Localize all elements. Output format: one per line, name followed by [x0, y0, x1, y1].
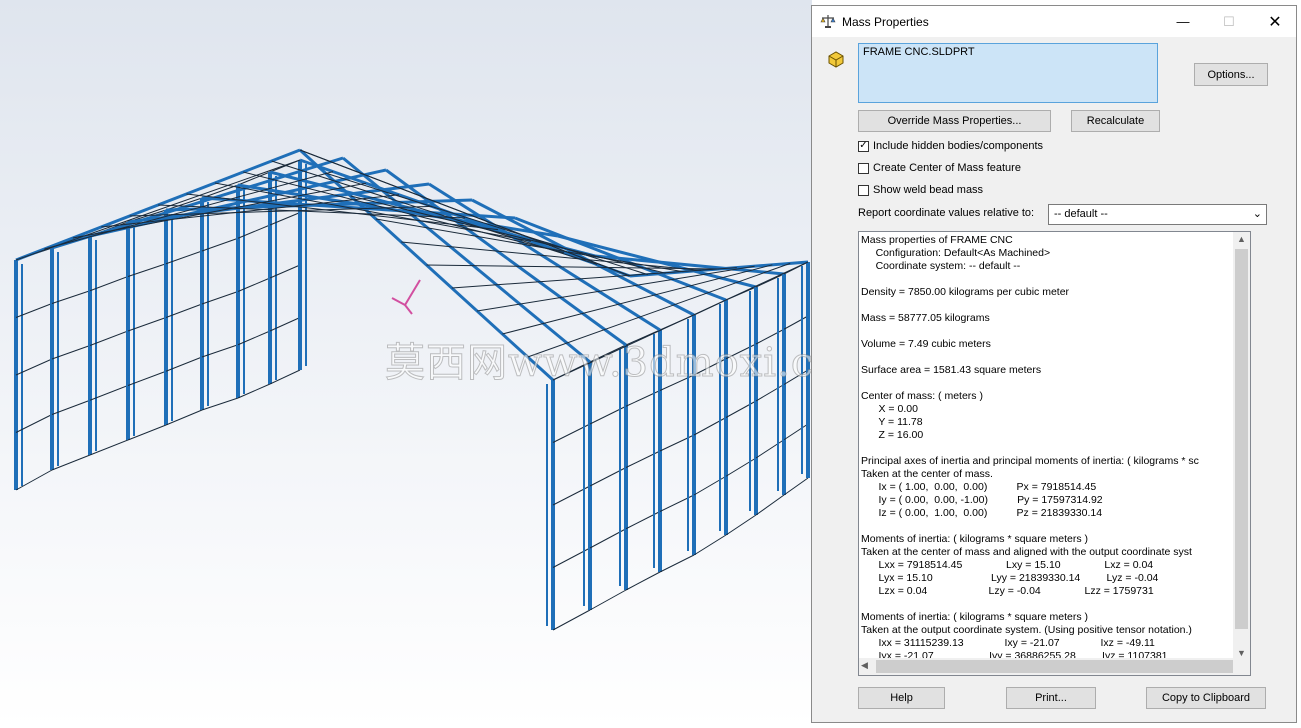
- override-mass-properties-button[interactable]: Override Mass Properties...: [858, 110, 1051, 132]
- help-button[interactable]: Help: [858, 687, 945, 709]
- result-line: Configuration: Default<As Machined>: [861, 247, 1051, 259]
- vertical-scrollbar[interactable]: ▲ ▼: [1233, 232, 1250, 660]
- scale-icon: [820, 15, 836, 28]
- checkbox-label: Show weld bead mass: [873, 184, 984, 196]
- result-line: Lxx = 7918514.45 Lxy = 15.10 Lxz = 0.04: [861, 559, 1154, 571]
- chevron-down-icon: ⌄: [1252, 208, 1262, 220]
- result-line: Y = 11.78: [861, 416, 923, 428]
- result-line: [861, 299, 1233, 312]
- print-button[interactable]: Print...: [1006, 687, 1096, 709]
- select-value: -- default --: [1054, 208, 1108, 220]
- result-line: Mass properties of FRAME CNC: [861, 234, 1013, 246]
- results-textarea[interactable]: Mass properties of FRAME CNC Configurati…: [858, 231, 1251, 676]
- result-line: Lyx = 15.10 Lyy = 21839330.14 Lyz = -0.0…: [861, 572, 1159, 584]
- result-line: Taken at the center of mass and aligned …: [861, 546, 1192, 558]
- results-text[interactable]: Mass properties of FRAME CNC Configurati…: [861, 234, 1233, 660]
- result-line: Density = 7850.00 kilograms per cubic me…: [861, 286, 1070, 298]
- options-button[interactable]: Options...: [1194, 63, 1268, 86]
- result-line: Moments of inertia: ( kilograms * square…: [861, 611, 1088, 623]
- scroll-down-icon[interactable]: ▼: [1233, 648, 1250, 658]
- result-line: Mass = 58777.05 kilograms: [861, 312, 990, 324]
- scroll-corner: [1233, 658, 1250, 675]
- recalculate-button[interactable]: Recalculate: [1071, 110, 1160, 132]
- horizontal-scrollbar[interactable]: ◀: [859, 658, 1233, 675]
- result-line: [861, 351, 1233, 364]
- coordinate-system-select[interactable]: -- default -- ⌄: [1048, 204, 1267, 225]
- result-line: Center of mass: ( meters ): [861, 390, 983, 402]
- close-icon: ✕: [1268, 13, 1282, 31]
- maximize-button[interactable]: ☐: [1206, 6, 1252, 37]
- result-line: Moments of inertia: ( kilograms * square…: [861, 533, 1088, 545]
- result-line: [861, 442, 1233, 455]
- scroll-up-icon[interactable]: ▲: [1233, 234, 1250, 244]
- create-center-of-mass-checkbox[interactable]: Create Center of Mass feature: [858, 162, 1021, 174]
- result-line: Iy = ( 0.00, 0.00, -1.00) Py = 17597314.…: [861, 494, 1103, 506]
- show-weld-bead-mass-checkbox[interactable]: Show weld bead mass: [858, 184, 983, 196]
- title-bar[interactable]: Mass Properties — ☐ ✕: [812, 6, 1296, 37]
- minimize-icon: —: [1176, 14, 1190, 29]
- checkbox-box[interactable]: [858, 162, 869, 174]
- graphics-viewport[interactable]: 莫西网www.3dmoxi.com: [0, 0, 812, 728]
- result-line: [861, 520, 1233, 533]
- checkbox-label: Create Center of Mass feature: [873, 162, 1021, 174]
- result-line: [861, 325, 1233, 338]
- result-line: Z = 16.00: [861, 429, 924, 441]
- result-line: Coordinate system: -- default --: [861, 260, 1021, 272]
- watermark-text: 莫西网www.3dmoxi.com: [384, 340, 812, 387]
- part-icon: [828, 51, 844, 68]
- selected-item[interactable]: FRAME CNC.SLDPRT: [863, 46, 975, 58]
- maximize-icon: ☐: [1223, 13, 1235, 29]
- checkbox-label: Include hidden bodies/components: [873, 140, 1044, 152]
- scroll-thumb-horizontal[interactable]: [876, 660, 1233, 673]
- minimize-button[interactable]: —: [1160, 6, 1206, 37]
- result-line: [861, 377, 1233, 390]
- result-line: Taken at the center of mass.: [861, 468, 993, 480]
- result-line: Surface area = 1581.43 square meters: [861, 364, 1042, 376]
- scroll-thumb[interactable]: [1235, 249, 1248, 629]
- dialog-title: Mass Properties: [842, 15, 929, 29]
- result-line: X = 0.00: [861, 403, 918, 415]
- result-line: [861, 273, 1233, 286]
- mass-properties-dialog: Mass Properties — ☐ ✕ FRAME CNC.SLDPRT O…: [811, 5, 1297, 723]
- result-line: Principal axes of inertia and principal …: [861, 455, 1199, 467]
- selected-items-list[interactable]: FRAME CNC.SLDPRT: [858, 43, 1158, 103]
- result-line: [861, 598, 1233, 611]
- result-line: Taken at the output coordinate system. (…: [861, 624, 1192, 636]
- report-coordinates-label: Report coordinate values relative to:: [858, 207, 1035, 219]
- result-line: Iz = ( 0.00, 1.00, 0.00) Pz = 21839330.1…: [861, 507, 1103, 519]
- close-button[interactable]: ✕: [1252, 6, 1298, 37]
- result-line: Volume = 7.49 cubic meters: [861, 338, 991, 350]
- result-line: Lzx = 0.04 Lzy = -0.04 Lzz = 1759731: [861, 585, 1154, 597]
- checkbox-box[interactable]: ✓: [858, 140, 869, 152]
- result-line: Ix = ( 1.00, 0.00, 0.00) Px = 7918514.45: [861, 481, 1097, 493]
- copy-to-clipboard-button[interactable]: Copy to Clipboard: [1146, 687, 1266, 709]
- scroll-left-icon[interactable]: ◀: [861, 660, 868, 671]
- checkbox-box[interactable]: [858, 184, 869, 196]
- include-hidden-checkbox[interactable]: ✓ Include hidden bodies/components: [858, 140, 1043, 152]
- result-line: Ixx = 31115239.13 Ixy = -21.07 Ixz = -49…: [861, 637, 1155, 649]
